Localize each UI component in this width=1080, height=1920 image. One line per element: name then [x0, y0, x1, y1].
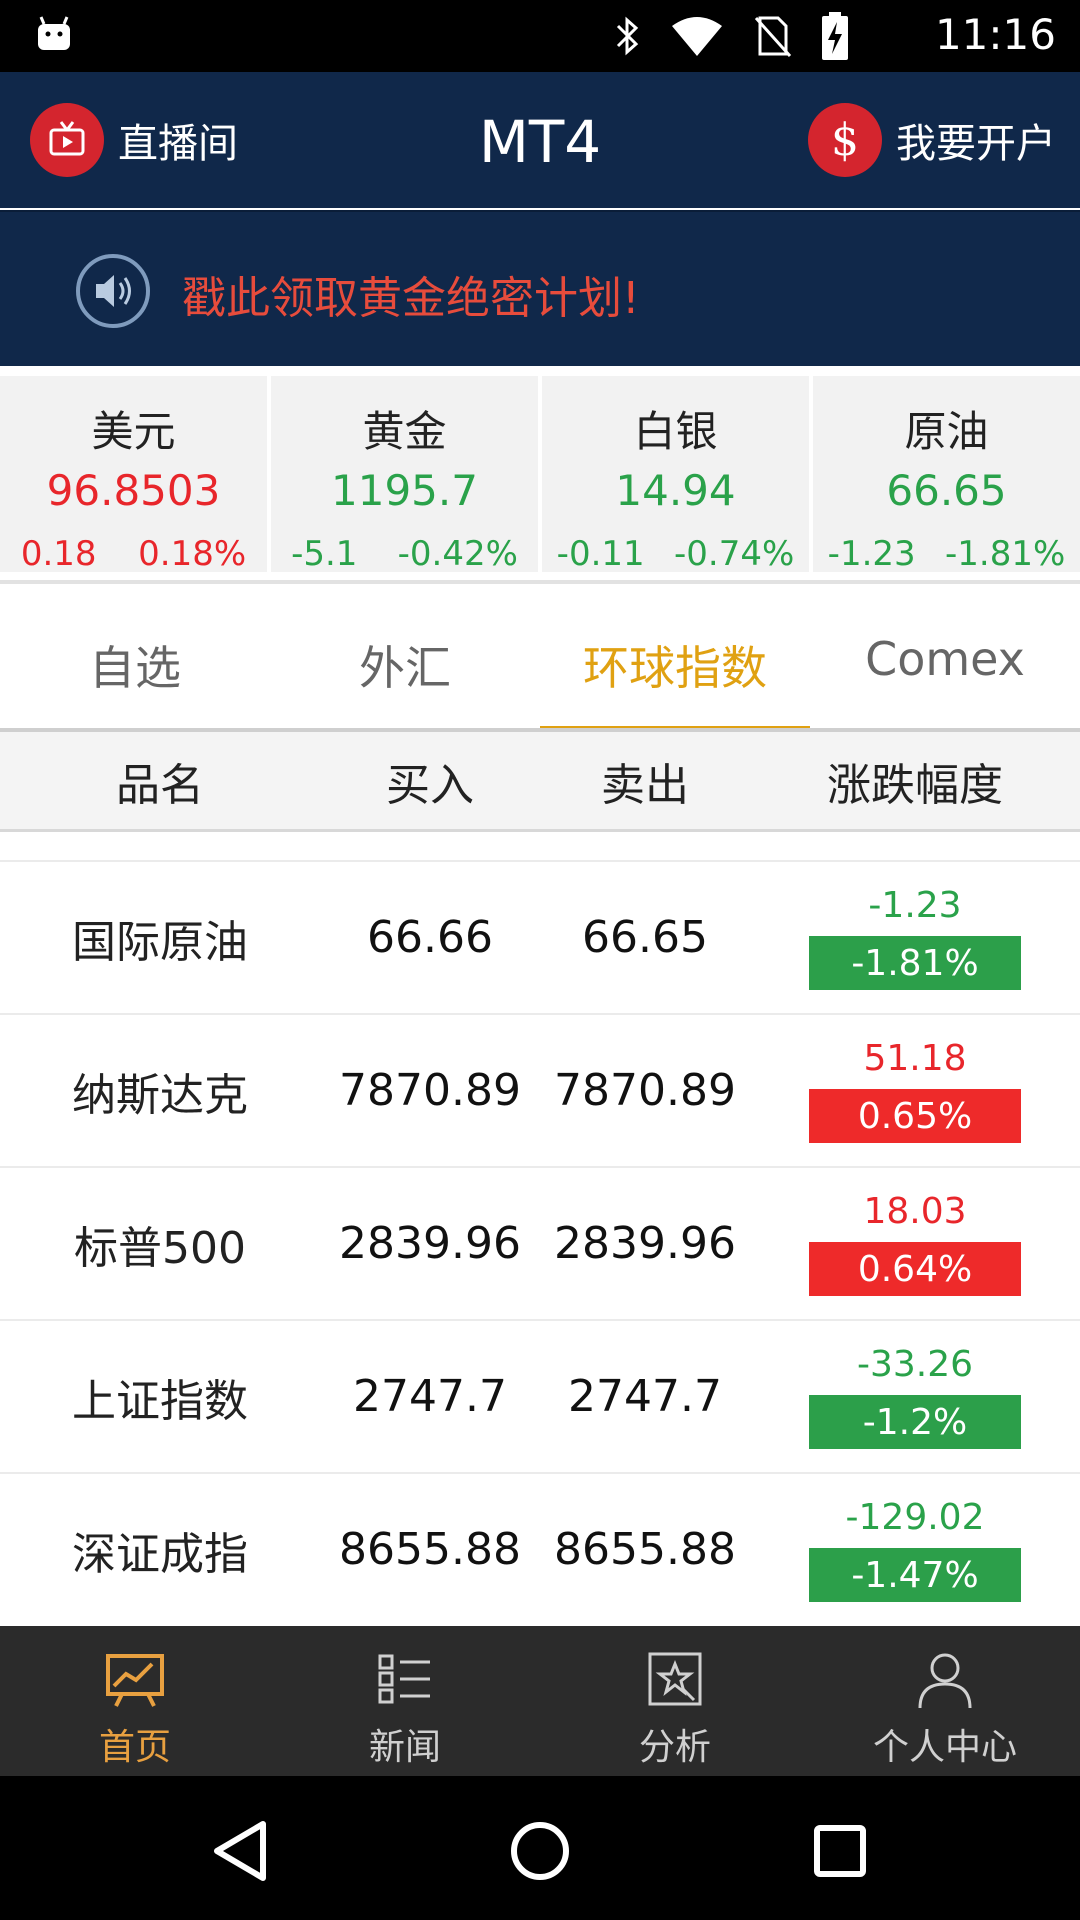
system-nav-bar: [0, 1776, 1080, 1920]
quote-card-gold[interactable]: 黄金 1195.7 -5.1 -0.42%: [271, 376, 538, 574]
row-percent-badge: -1.2%: [809, 1395, 1021, 1449]
quote-percent: 0.18%: [138, 534, 247, 574]
quote-price: 14.94: [615, 466, 736, 515]
status-bar: 11:16: [0, 0, 1080, 72]
promo-banner[interactable]: 戳此领取黄金绝密计划!: [0, 210, 1080, 366]
row-name: 上证指数: [72, 1375, 248, 1427]
row-change: -129.02: [845, 1497, 985, 1538]
quote-card-silver[interactable]: 白银 14.94 -0.11 -0.74%: [542, 376, 809, 574]
no-sim-icon: [754, 16, 792, 58]
quote-change: -1.23: [827, 534, 916, 574]
nav-profile-label: 个人中心: [872, 1727, 1017, 1768]
quote-price: 96.8503: [46, 466, 221, 515]
row-name: 标普500: [74, 1222, 246, 1274]
quote-percent: -0.42%: [397, 534, 518, 574]
table-row[interactable]: 国际原油 66.66 66.65 -1.23 -1.81%: [0, 860, 1080, 1013]
row-sell: 2747.7: [568, 1371, 722, 1422]
column-header-name: 品名: [116, 759, 204, 811]
row-buy: 7870.89: [339, 1065, 521, 1116]
row-percent-badge: 0.64%: [809, 1242, 1021, 1296]
quote-name: 黄金: [362, 407, 447, 456]
quote-name: 白银: [633, 407, 718, 456]
back-icon[interactable]: [205, 1816, 275, 1886]
row-name: 纳斯达克: [72, 1069, 248, 1121]
analysis-icon: [648, 1652, 702, 1706]
nav-news[interactable]: 新闻: [270, 1626, 540, 1776]
table-header: 品名 买入 卖出 涨跌幅度: [0, 732, 1080, 832]
row-sell: 7870.89: [554, 1065, 736, 1116]
bottom-nav: 首页 新闻 分析 个人中心: [0, 1626, 1080, 1776]
row-sell: 66.65: [582, 912, 708, 963]
open-account-button[interactable]: $ 我要开户: [808, 102, 1056, 178]
quote-change: 0.18: [20, 534, 97, 574]
row-name: 深证成指: [72, 1528, 248, 1580]
nav-home-label: 首页: [98, 1727, 171, 1768]
quote-card-crude-oil[interactable]: 原油 66.65 -1.23 -1.81%: [813, 376, 1080, 574]
row-percent-badge: -1.81%: [809, 936, 1021, 990]
status-time: 11:16: [934, 10, 1056, 59]
nav-profile[interactable]: 个人中心: [810, 1626, 1080, 1776]
user-icon: [918, 1653, 972, 1709]
row-change: 18.03: [863, 1191, 967, 1232]
tab-watchlist[interactable]: 自选: [0, 584, 270, 732]
row-change: -1.23: [868, 885, 962, 926]
wifi-icon: [672, 17, 722, 56]
dollar-icon: $: [808, 103, 882, 177]
tab-comex[interactable]: Comex: [810, 584, 1080, 732]
speaker-icon: [76, 254, 150, 328]
battery-charging-icon: [822, 12, 848, 60]
row-change: -33.26: [856, 1344, 974, 1385]
app-header: 直播间 MT4 $ 我要开户: [0, 72, 1080, 208]
table-row[interactable]: 纳斯达克 7870.89 7870.89 51.18 0.65%: [0, 1013, 1080, 1166]
open-account-label: 我要开户: [896, 121, 1056, 167]
recents-icon[interactable]: [805, 1816, 875, 1886]
promo-message: 戳此领取黄金绝密计划!: [182, 273, 640, 324]
column-header-sell: 卖出: [601, 759, 689, 811]
quote-percent: -1.81%: [945, 534, 1066, 574]
quote-price: 1195.7: [331, 466, 478, 515]
nav-home[interactable]: 首页: [0, 1626, 270, 1776]
row-buy: 8655.88: [339, 1524, 521, 1575]
chart-board-icon: [106, 1654, 164, 1707]
table-row[interactable]: 上证指数 2747.7 2747.7 -33.26 -1.2%: [0, 1319, 1080, 1472]
nav-analysis[interactable]: 分析: [540, 1626, 810, 1776]
quote-name: 美元: [91, 407, 176, 456]
row-buy: 2747.7: [353, 1371, 507, 1422]
list-icon: [378, 1654, 430, 1704]
tab-forex[interactable]: 外汇: [270, 584, 540, 732]
quote-strip: 美元 96.8503 0.18 0.18% 黄金 1195.7 -5.1 -0.42…: [0, 366, 1080, 574]
market-tabs: 自选 外汇 环球指数 Comex: [0, 584, 1080, 732]
quote-card-usd[interactable]: 美元 96.8503 0.18 0.18%: [0, 376, 267, 574]
column-header-buy: 买入: [386, 759, 474, 811]
row-sell: 2839.96: [554, 1218, 736, 1269]
nav-news-label: 新闻: [368, 1727, 441, 1768]
quote-change: -5.1: [291, 534, 358, 574]
android-icon: [38, 16, 70, 50]
bluetooth-icon: [616, 16, 639, 56]
row-sell: 8655.88: [554, 1524, 736, 1575]
row-change: 51.18: [863, 1038, 967, 1079]
row-name: 国际原油: [72, 916, 248, 968]
tab-global-indices[interactable]: 环球指数: [540, 584, 810, 732]
quote-price: 66.65: [886, 466, 1007, 515]
nav-analysis-label: 分析: [638, 1727, 711, 1768]
table-row[interactable]: 深证成指 8655.88 8655.88 -129.02 -1.47%: [0, 1472, 1080, 1625]
quote-table: 国际原油 66.66 66.65 -1.23 -1.81% 纳斯达克 7870.…: [0, 860, 1080, 1625]
column-header-change: 涨跌幅度: [827, 759, 1003, 811]
quote-percent: -0.74%: [674, 534, 795, 574]
row-buy: 2839.96: [339, 1218, 521, 1269]
quote-change: -0.11: [556, 534, 645, 574]
row-percent-badge: -1.47%: [809, 1548, 1021, 1602]
row-percent-badge: 0.65%: [809, 1089, 1021, 1143]
home-icon[interactable]: [505, 1816, 575, 1886]
table-row[interactable]: 标普500 2839.96 2839.96 18.03 0.64%: [0, 1166, 1080, 1319]
row-buy: 66.66: [367, 912, 493, 963]
quote-name: 原油: [904, 407, 989, 456]
